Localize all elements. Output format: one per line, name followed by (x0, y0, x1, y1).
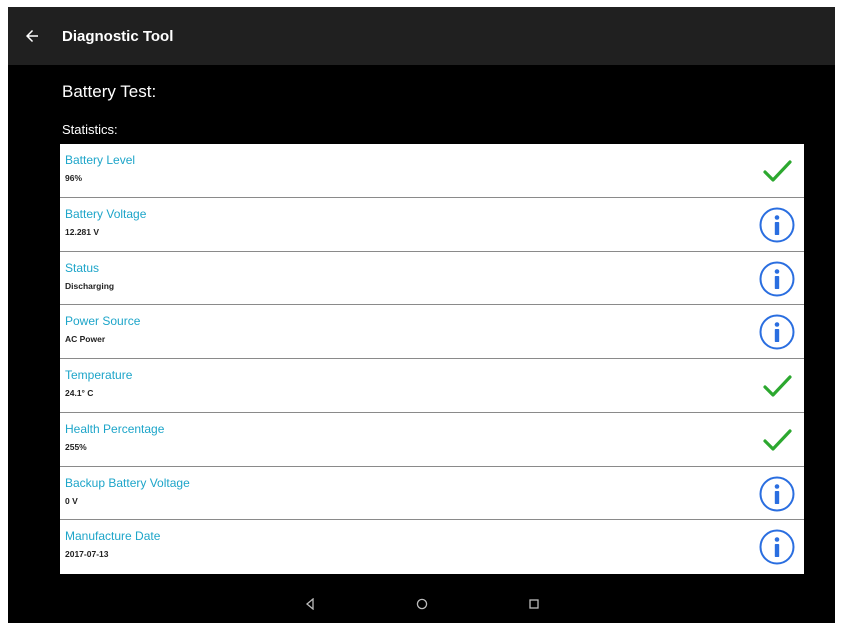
stat-value: AC Power (65, 334, 106, 345)
stat-row[interactable]: Manufacture Date 2017-07-13 (60, 520, 804, 574)
stat-name: Battery Voltage (65, 206, 147, 221)
stat-value: Discharging (65, 280, 115, 291)
nav-home-button[interactable] (411, 593, 433, 615)
section-title: Battery Test: (62, 82, 157, 101)
info-icon (759, 529, 795, 565)
stat-name: Backup Battery Voltage (65, 475, 190, 490)
stat-value: 2017-07-13 (65, 549, 109, 560)
stat-value: 255% (65, 441, 87, 452)
nav-recents-button[interactable] (523, 593, 545, 615)
square-recents-icon (528, 599, 539, 609)
device-screen: Diagnostic Tool Battery Test: Statistics… (8, 7, 835, 623)
circle-home-icon (416, 598, 427, 610)
statistics-list: Battery Level 96% Battery Voltage 12.281 V S… (60, 144, 804, 574)
stat-name: Status (65, 260, 100, 275)
stat-row[interactable]: Battery Level 96% (60, 144, 804, 198)
stat-value: 24.1° C (65, 388, 94, 398)
check-icon (763, 429, 792, 451)
check-icon (763, 160, 792, 182)
info-icon (759, 314, 795, 350)
check-icon (763, 375, 792, 397)
stat-row[interactable]: Health Percentage 255% (60, 413, 804, 467)
info-icon (759, 476, 795, 511)
stat-row[interactable]: Backup Battery Voltage 0 V (60, 467, 804, 521)
stat-value: 96% (65, 173, 83, 183)
stat-name: Health Percentage (65, 421, 165, 436)
triangle-back-icon (305, 598, 314, 610)
nav-back-button[interactable] (299, 593, 321, 615)
app-title: Diagnostic Tool (62, 27, 174, 45)
info-icon (759, 261, 795, 296)
info-icon (759, 207, 795, 243)
stat-name: Battery Level (65, 153, 136, 167)
stat-row[interactable]: Power Source AC Power (60, 305, 804, 359)
statistics-label: Statistics: (62, 122, 118, 137)
stat-name: Manufacture Date (65, 529, 161, 544)
system-nav-bar (8, 585, 835, 623)
stat-value: 0 V (65, 495, 78, 506)
stat-row[interactable]: Status Discharging (60, 252, 804, 306)
stat-row[interactable]: Temperature 24.1° C (60, 359, 804, 413)
stat-value: 12.281 V (65, 226, 100, 237)
stat-name: Power Source (65, 314, 141, 329)
app-bar: Diagnostic Tool (8, 7, 835, 65)
back-button[interactable] (8, 7, 56, 65)
stat-name: Temperature (65, 368, 133, 382)
arrow-left-icon (26, 30, 38, 42)
stat-row[interactable]: Battery Voltage 12.281 V (60, 198, 804, 252)
